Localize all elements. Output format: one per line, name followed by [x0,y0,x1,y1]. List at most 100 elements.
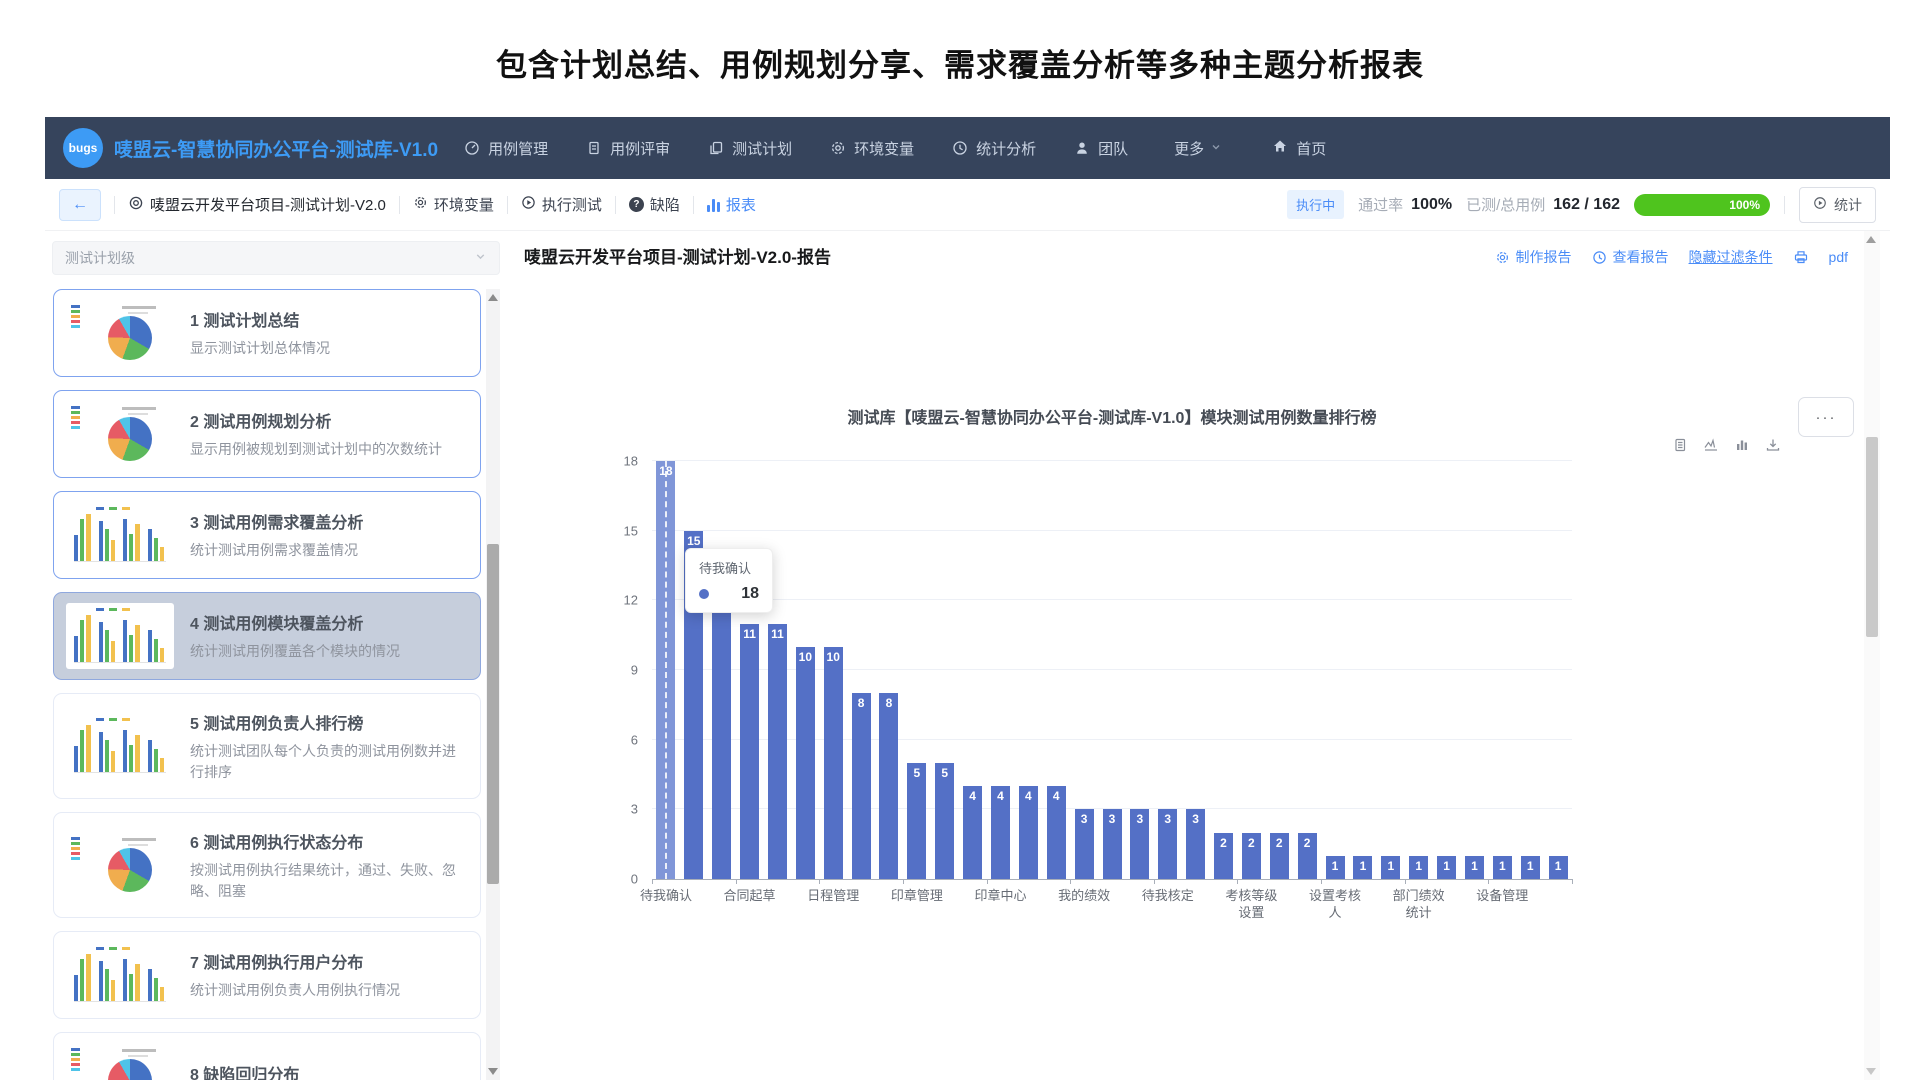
chart-bar[interactable]: 5 [907,763,926,879]
nav-item-stats-analysis[interactable]: 统计分析 [952,138,1036,159]
chart-bar[interactable]: 3 [1103,809,1122,879]
report-card-6[interactable]: 6 测试用例执行状态分布按测试用例执行结果统计，通过、失败、忽略、阻塞 [53,812,481,918]
bar-chart-icon[interactable] [1734,437,1750,458]
chart-bar[interactable]: 10 [796,647,815,879]
report-card-5[interactable]: 5 测试用例负责人排行榜统计测试团队每个人负责的测试用例数并进行排序 [53,693,481,799]
chart-bar[interactable]: 5 [935,763,954,879]
progress-bar: 100% [1634,194,1770,216]
chart-bar[interactable]: 8 [879,693,898,879]
pdf-action[interactable]: pdf [1829,249,1848,265]
scroll-down-icon[interactable] [488,1068,498,1075]
toolbar-defect-label: 缺陷 [650,194,680,215]
nav-item-case-management[interactable]: 用例管理 [464,138,548,159]
main-scrollbar[interactable] [1864,231,1880,1080]
report-card-8[interactable]: 8 缺陷回归分布 [53,1032,481,1080]
chart-bar[interactable]: 1 [1521,856,1540,879]
divider [507,196,508,214]
app-logo[interactable]: bugs [63,128,103,168]
pie-chart-thumbnail [108,1059,152,1080]
scroll-down-icon[interactable] [1866,1068,1876,1075]
nav-item-case-review[interactable]: 用例评审 [586,138,670,159]
more-options-button[interactable]: ··· [1798,397,1854,437]
chart-bar[interactable]: 2 [1270,833,1289,879]
plan-breadcrumb[interactable]: 唛盟云开发平台项目-测试计划-V2.0 [128,194,386,215]
chart-bar[interactable]: 1 [1353,856,1372,879]
data-view-icon[interactable] [1672,437,1688,458]
chart-bar[interactable]: 11 [740,624,759,879]
card-title: 3 测试用例需求覆盖分析 [190,509,363,533]
card-thumbnail [66,300,174,366]
chart-bar[interactable]: 2 [1298,833,1317,879]
chart-bar[interactable]: 3 [1158,809,1177,879]
bar-value-label: 2 [1298,836,1317,850]
chart-bar[interactable]: 3 [1130,809,1149,879]
chart-bar[interactable]: 3 [1075,809,1094,879]
chart-bar[interactable]: 4 [991,786,1010,879]
chart-bar[interactable]: 1 [1437,856,1456,879]
chart-bar[interactable]: 1 [1326,856,1345,879]
card-thumbnail [66,401,174,467]
report-card-1[interactable]: 1 测试计划总结显示测试计划总体情况 [53,289,481,377]
line-chart-icon[interactable] [1703,437,1719,458]
toolbar-env-vars[interactable]: 环境变量 [413,194,494,215]
top-navbar: bugs 唛盟云-智慧协同办公平台-测试库-V1.0 用例管理用例评审测试计划环… [45,117,1890,179]
bar-value-label: 8 [879,696,898,710]
chart-bar[interactable]: 1 [1409,856,1428,879]
card-thumbnail [66,603,174,669]
nav-item-env-vars[interactable]: 环境变量 [830,138,914,159]
chart-bar[interactable]: 4 [963,786,982,879]
hide-filters-action[interactable]: 隐藏过滤条件 [1689,247,1773,267]
view-report-action[interactable]: 查看报告 [1592,247,1669,267]
card-desc: 按测试用例执行结果统计，通过、失败、忽略、阻塞 [190,860,468,901]
chart-bar[interactable]: 2 [1214,833,1233,879]
toolbar-run-tests[interactable]: 执行测试 [521,194,602,215]
report-card-4[interactable]: 4 测试用例模块覆盖分析统计测试用例覆盖各个模块的情况 [53,592,481,680]
nav-item-test-plan[interactable]: 测试计划 [708,138,792,159]
chart-bar[interactable]: 10 [824,647,843,879]
back-button[interactable]: ← [59,189,101,221]
report-card-7[interactable]: 7 测试用例执行用户分布统计测试用例负责人用例执行情况 [53,931,481,1019]
toolbar-defects[interactable]: ? 缺陷 [629,194,680,215]
chart-bar[interactable]: 1 [1465,856,1484,879]
card-title: 7 测试用例执行用户分布 [190,949,400,973]
bar-value-label: 1 [1409,859,1428,873]
main-scrollbar-thumb[interactable] [1866,437,1878,637]
scroll-up-icon[interactable] [488,294,498,301]
chart-bar[interactable]: 1 [1549,856,1568,879]
chart-bar[interactable]: 11 [768,624,787,879]
scroll-up-icon[interactable] [1866,236,1876,243]
bar-value-label: 10 [824,650,843,664]
card-desc: 统计测试用例覆盖各个模块的情况 [190,641,400,661]
report-card-3[interactable]: 3 测试用例需求覆盖分析统计测试用例需求覆盖情况 [53,491,481,579]
card-desc: 显示用例被规划到测试计划中的次数统计 [190,439,442,459]
chart-bar[interactable]: 1 [1381,856,1400,879]
bar-chart-thumbnail [74,614,166,663]
chevron-down-icon [1210,140,1222,157]
chart-bar[interactable]: 3 [1186,809,1205,879]
chart-bar[interactable]: 8 [852,693,871,879]
divider [399,196,400,214]
toolbar-reports[interactable]: 报表 [707,194,756,215]
plan-level-select[interactable]: 测试计划级 [52,241,500,275]
make-report-action[interactable]: 制作报告 [1495,247,1572,267]
y-tick-label: 0 [631,872,638,887]
thumb-legend [96,946,130,950]
sidebar-scrollbar-thumb[interactable] [487,544,499,884]
chart-bar[interactable]: 2 [1242,833,1261,879]
report-card-2[interactable]: 2 测试用例规划分析显示用例被规划到测试计划中的次数统计 [53,390,481,478]
nav-item-team[interactable]: 团队 [1074,138,1128,159]
nav-item-more[interactable]: 更多 [1174,138,1222,159]
chart-bar[interactable]: 4 [1047,786,1066,879]
sidebar-scrollbar[interactable] [486,289,500,1080]
chart-bar[interactable]: 13 [712,577,731,879]
x-axis-tick [987,879,988,884]
view-report-label: 查看报告 [1613,247,1669,267]
chart-bar[interactable]: 1 [1493,856,1512,879]
bar-value-label: 3 [1075,812,1094,826]
stats-button[interactable]: 统计 [1799,187,1876,223]
print-action[interactable] [1793,249,1809,265]
chart-bar[interactable]: 4 [1019,786,1038,879]
bar-value-label: 2 [1242,836,1261,850]
nav-item-home[interactable]: 首页 [1272,138,1326,159]
download-icon[interactable] [1765,437,1781,458]
